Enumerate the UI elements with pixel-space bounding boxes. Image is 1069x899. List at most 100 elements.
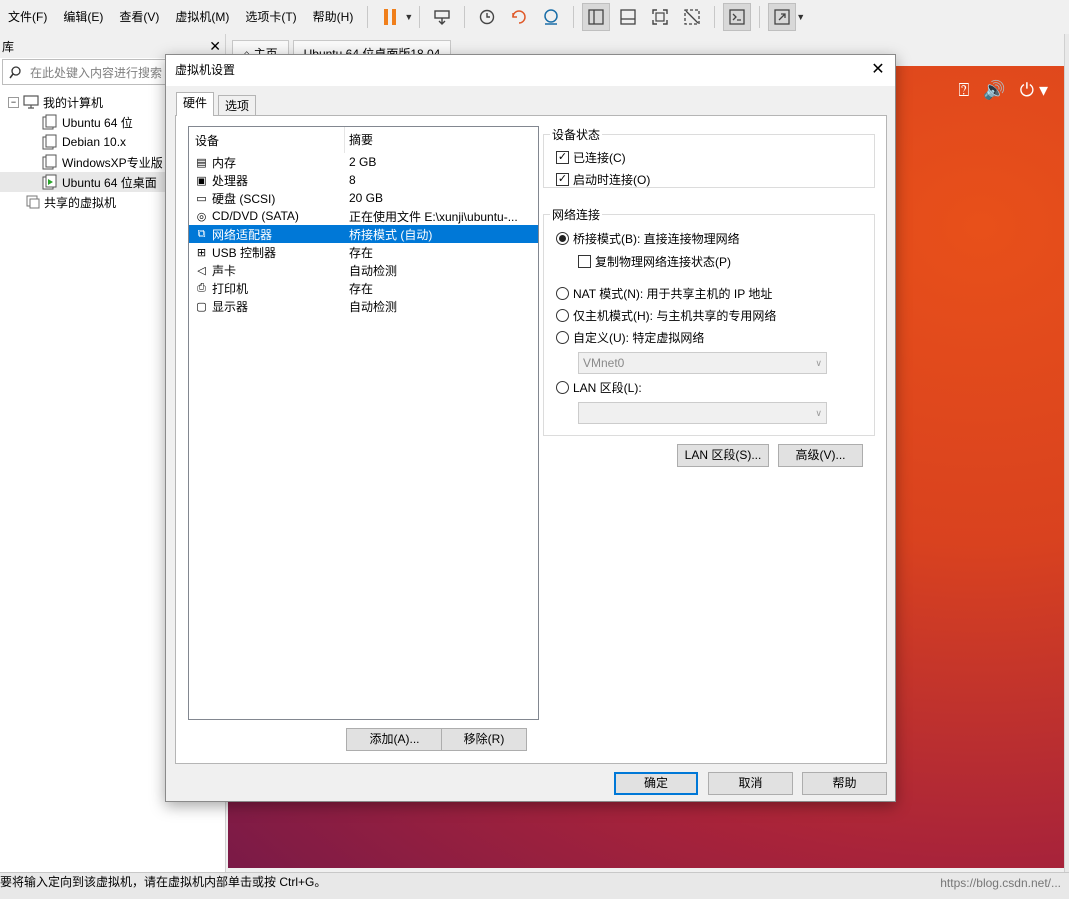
checkbox-checked-icon: ✓ — [556, 151, 569, 164]
device-row[interactable]: ▤ 内存 2 GB — [189, 153, 538, 171]
radio-selected-icon — [556, 232, 569, 245]
status-bar: 要将输入定向到该虚拟机，请在虚拟机内部单击或按 Ctrl+G。 https://… — [0, 872, 1069, 899]
device-row[interactable]: ▭ 硬盘 (SCSI) 20 GB — [189, 189, 538, 207]
device-row[interactable]: ◎ CD/DVD (SATA) 正在使用文件 E:\xunji\ubuntu-... — [189, 207, 538, 225]
device-row[interactable]: ▢ 显示器 自动检测 — [189, 297, 538, 315]
tree-item-label: 我的计算机 — [43, 95, 104, 110]
tab-hardware[interactable]: 硬件 — [176, 92, 215, 116]
tab-options[interactable]: 选项 — [218, 95, 257, 117]
console-view-button[interactable] — [723, 3, 752, 31]
toolbar-separator — [367, 6, 369, 28]
bridged-label: 桥接模式(B): 直接连接物理网络 — [573, 232, 740, 246]
replicate-state-checkbox[interactable]: 复制物理网络连接状态(P) — [578, 253, 731, 270]
stretch-icon — [774, 9, 790, 25]
menu-view[interactable]: 查看(V) — [111, 0, 167, 34]
radio-unselected-icon — [556, 287, 569, 300]
status-text: 要将输入定向到该虚拟机，请在虚拟机内部单击或按 Ctrl+G。 — [0, 875, 327, 889]
remove-device-button[interactable]: 移除(R) — [441, 728, 527, 751]
device-name: 处理器 — [212, 173, 249, 188]
snapshot-manager-icon — [544, 9, 558, 25]
menu-tabs[interactable]: 选项卡(T) — [237, 0, 304, 34]
accessibility-icon[interactable]: ⍰ — [958, 80, 969, 101]
fullscreen-icon — [652, 9, 668, 25]
connected-checkbox[interactable]: ✓ 已连接(C) — [556, 149, 626, 166]
lan-segment-radio[interactable]: LAN 区段(L): — [556, 379, 642, 396]
device-list[interactable]: 设备 摘要 ▤ 内存 2 GB ▣ 处理器 8 ▭ 硬盘 (SCSI) 20 GB ◎ CD/DVD… — [188, 126, 539, 720]
pause-icon — [384, 9, 397, 25]
pause-button[interactable] — [376, 3, 404, 31]
device-name: 网络适配器 — [212, 227, 273, 242]
ok-button[interactable]: 确定 — [614, 772, 698, 795]
host-only-radio[interactable]: 仅主机模式(H): 与主机共享的专用网络 — [556, 307, 776, 324]
dialog-close-icon[interactable]: ✕ — [867, 59, 889, 81]
custom-label: 自定义(U): 特定虚拟网络 — [573, 331, 705, 345]
vm-icon — [42, 154, 57, 170]
library-title: 库 — [2, 39, 15, 54]
device-row[interactable]: ⧉ 网络适配器 桥接模式 (自动) — [189, 225, 538, 243]
device-status-group: 设备状态 ✓ 已连接(C) ✓ 启动时连接(O) — [543, 126, 875, 188]
menu-vm[interactable]: 虚拟机(M) — [167, 0, 237, 34]
unity-icon — [684, 9, 700, 25]
custom-radio[interactable]: 自定义(U): 特定虚拟网络 — [556, 329, 704, 346]
toolbar-separator — [573, 6, 575, 28]
connect-on-start-label: 启动时连接(O) — [573, 173, 651, 187]
lan-segments-button[interactable]: LAN 区段(S)... — [677, 444, 769, 467]
device-name-cell: ▭ 硬盘 (SCSI) — [189, 190, 344, 207]
custom-network-value: VMnet0 — [583, 356, 625, 370]
device-status-title: 设备状态 — [550, 126, 603, 143]
cd-icon: ◎ — [196, 210, 207, 223]
device-rows: ▤ 内存 2 GB ▣ 处理器 8 ▭ 硬盘 (SCSI) 20 GB ◎ CD/DVD (SATA… — [189, 153, 538, 315]
menu-file[interactable]: 文件(F) — [0, 0, 55, 34]
snapshot-button[interactable] — [473, 3, 501, 31]
device-summary: 存在 — [349, 281, 374, 296]
send-keys-icon — [434, 10, 450, 25]
custom-network-select[interactable]: VMnet0 ∨ — [578, 352, 827, 374]
cancel-button[interactable]: 取消 — [708, 772, 793, 795]
device-row[interactable]: ⊞ USB 控制器 存在 — [189, 243, 538, 261]
nat-radio[interactable]: NAT 模式(N): 用于共享主机的 IP 地址 — [556, 285, 772, 302]
fullscreen-button[interactable] — [646, 3, 674, 31]
device-row[interactable]: ⎙ 打印机 存在 — [189, 279, 538, 297]
pause-dropdown-icon[interactable]: ▼ — [404, 12, 413, 22]
stretch-dropdown-icon[interactable]: ▼ — [796, 12, 805, 22]
revert-snapshot-button[interactable] — [505, 3, 533, 31]
power-icon[interactable]: ⏻ ▾ — [1020, 80, 1048, 101]
device-row[interactable]: ◁ 声卡 自动检测 — [189, 261, 538, 279]
guest-top-bar: ⍰ 🔊 ⏻ ▾ — [888, 70, 1064, 110]
collapse-toggle-icon[interactable]: − — [8, 96, 19, 108]
device-row[interactable]: ▣ 处理器 8 — [189, 171, 538, 189]
lan-segment-select[interactable]: ∨ — [578, 402, 827, 424]
device-name-cell: ⧉ 网络适配器 — [189, 226, 344, 243]
menu-help[interactable]: 帮助(H) — [305, 0, 362, 34]
device-summary: 自动检测 — [349, 299, 398, 314]
device-summary: 8 — [349, 173, 356, 187]
tree-item-label: WindowsXP专业版 — [62, 155, 163, 170]
stretch-guest-button[interactable] — [768, 3, 797, 31]
volume-icon[interactable]: 🔊 — [983, 80, 1005, 101]
device-name-cell: ◁ 声卡 — [189, 262, 344, 279]
column-device[interactable]: 设备 — [189, 132, 344, 149]
chevron-down-icon: ∨ — [815, 358, 822, 368]
vm-icon — [42, 134, 57, 150]
search-icon — [9, 65, 21, 78]
device-name: 显示器 — [212, 299, 249, 314]
bridged-radio[interactable]: 桥接模式(B): 直接连接物理网络 — [556, 230, 740, 247]
menu-edit[interactable]: 编辑(E) — [55, 0, 111, 34]
unity-button[interactable] — [678, 3, 706, 31]
show-library-button[interactable] — [582, 3, 611, 31]
column-summary[interactable]: 摘要 — [344, 127, 373, 153]
add-device-button[interactable]: 添加(A)... — [346, 728, 443, 751]
advanced-button[interactable]: 高级(V)... — [778, 444, 863, 467]
send-ctrl-alt-del-button[interactable] — [428, 3, 456, 31]
host-only-label: 仅主机模式(H): 与主机共享的专用网络 — [573, 309, 777, 323]
thumbnail-bar-button[interactable] — [614, 3, 642, 31]
lan-segment-label: LAN 区段(L): — [573, 381, 642, 395]
device-summary: 20 GB — [349, 191, 384, 205]
toolbar-separator — [464, 6, 466, 28]
close-icon[interactable]: ✕ — [209, 38, 221, 55]
connect-on-start-checkbox[interactable]: ✓ 启动时连接(O) — [556, 171, 650, 188]
disk-icon: ▭ — [196, 192, 207, 205]
toolbar-separator — [419, 6, 421, 28]
help-button[interactable]: 帮助 — [802, 772, 887, 795]
snapshot-manager-button[interactable] — [537, 3, 565, 31]
